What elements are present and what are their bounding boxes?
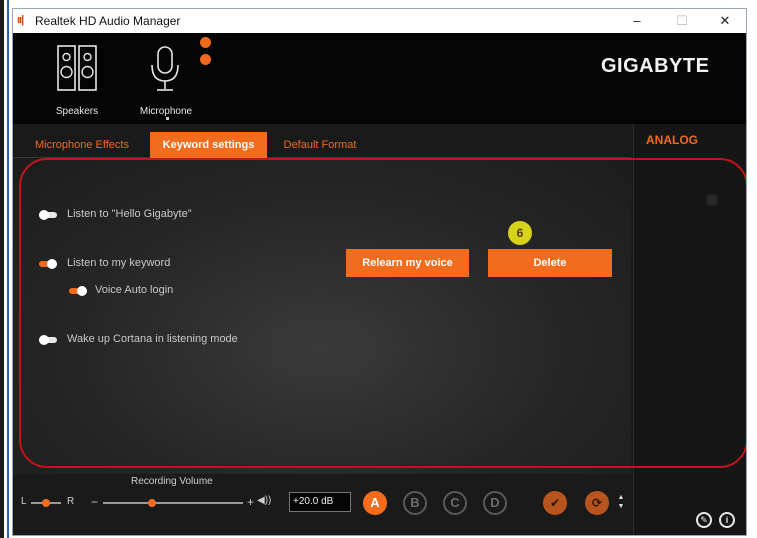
confirm-icon[interactable]: ✔ [543,491,567,515]
step-callout: 6 [508,221,532,245]
keyword-settings-panel: Listen to "Hello Gigabyte" Listen to my … [13,159,631,474]
recording-level-field[interactable]: +20.0 dB ▲ ▼ [289,492,624,512]
speakers-device-button[interactable]: Speakers [41,39,113,121]
listen-keyword-label: Listen to my keyword [67,257,171,269]
wrench-icon[interactable]: ✎ [696,512,712,528]
tab-microphone-effects[interactable]: Microphone Effects [30,132,134,158]
preset-b-button[interactable]: B [403,491,427,515]
microphone-icon [151,46,179,91]
toggle-knob [39,210,49,220]
balance-right-label: R [67,496,75,507]
preset-d-button[interactable]: D [483,491,507,515]
toggle-knob [47,259,57,269]
speaker-icon[interactable]: ◀)) [257,495,271,506]
toggle-knob [77,286,87,296]
background-window-strip [0,0,12,538]
speakers-icon [57,45,97,91]
volume-slider-track [103,502,243,504]
preset-c-button[interactable]: C [443,491,467,515]
recording-volume-label: Recording Volume [131,476,213,487]
analog-panel: ANALOG [633,124,746,535]
delete-button[interactable]: Delete [488,249,612,277]
relearn-voice-button[interactable]: Relearn my voice [346,249,469,277]
mic-status-badge [200,37,211,48]
wake-cortana-toggle[interactable] [39,335,57,345]
balance-slider-thumb[interactable] [42,499,50,507]
recording-controls: Recording Volume L R − + ◀)) +20.0 dB ▲ ▼… [13,474,631,535]
microphone-device-button[interactable]: Microphone [130,39,202,121]
recording-level-value: +20.0 dB [293,496,334,507]
title-bar: ıı| Realtek HD Audio Manager – ☐ ✕ [13,9,746,33]
background-window-edge [0,0,4,538]
volume-minus-label: − [91,495,99,509]
brand-logo: GIGABYTE [601,55,710,77]
maximize-button[interactable]: ☐ [661,11,703,31]
microphone-label: Microphone [139,106,193,117]
toggle-knob [39,335,49,345]
speakers-label: Speakers [55,106,99,117]
device-header: Speakers Microphone GIGABYTE [13,33,746,124]
window-title: Realtek HD Audio Manager [35,14,181,28]
listen-keyword-toggle[interactable] [39,259,57,269]
sound-icon: ıı| [17,14,24,26]
settings-icon[interactable]: ⟳ [585,491,609,515]
voice-auto-login-label: Voice Auto login [95,284,174,296]
minimize-button[interactable]: – [616,11,658,31]
close-button[interactable]: ✕ [704,11,746,31]
info-icon[interactable]: i [719,512,735,528]
analog-label: ANALOG [646,133,698,147]
volume-plus-label: + [247,495,255,509]
tab-default-format[interactable]: Default Format [275,132,365,158]
mic-status-badge-2 [200,54,211,65]
active-device-indicator [166,117,169,120]
jack-icon[interactable] [706,194,718,206]
hello-gigabyte-toggle[interactable] [39,210,57,220]
audio-manager-window: ıı| Realtek HD Audio Manager – ☐ ✕ Speak… [12,8,747,536]
balance-left-label: L [21,496,27,507]
tab-bar: Microphone Effects Keyword settings Defa… [13,124,631,158]
level-spinner[interactable]: ▲ ▼ [616,493,626,511]
volume-slider-thumb[interactable] [148,499,156,507]
background-window-border [7,0,9,538]
tab-keyword-settings[interactable]: Keyword settings [150,132,267,158]
preset-a-button[interactable]: A [363,491,387,515]
hello-gigabyte-label: Listen to "Hello Gigabyte" [67,208,192,220]
wake-cortana-label: Wake up Cortana in listening mode [67,333,238,345]
voice-auto-login-toggle[interactable] [69,286,87,296]
